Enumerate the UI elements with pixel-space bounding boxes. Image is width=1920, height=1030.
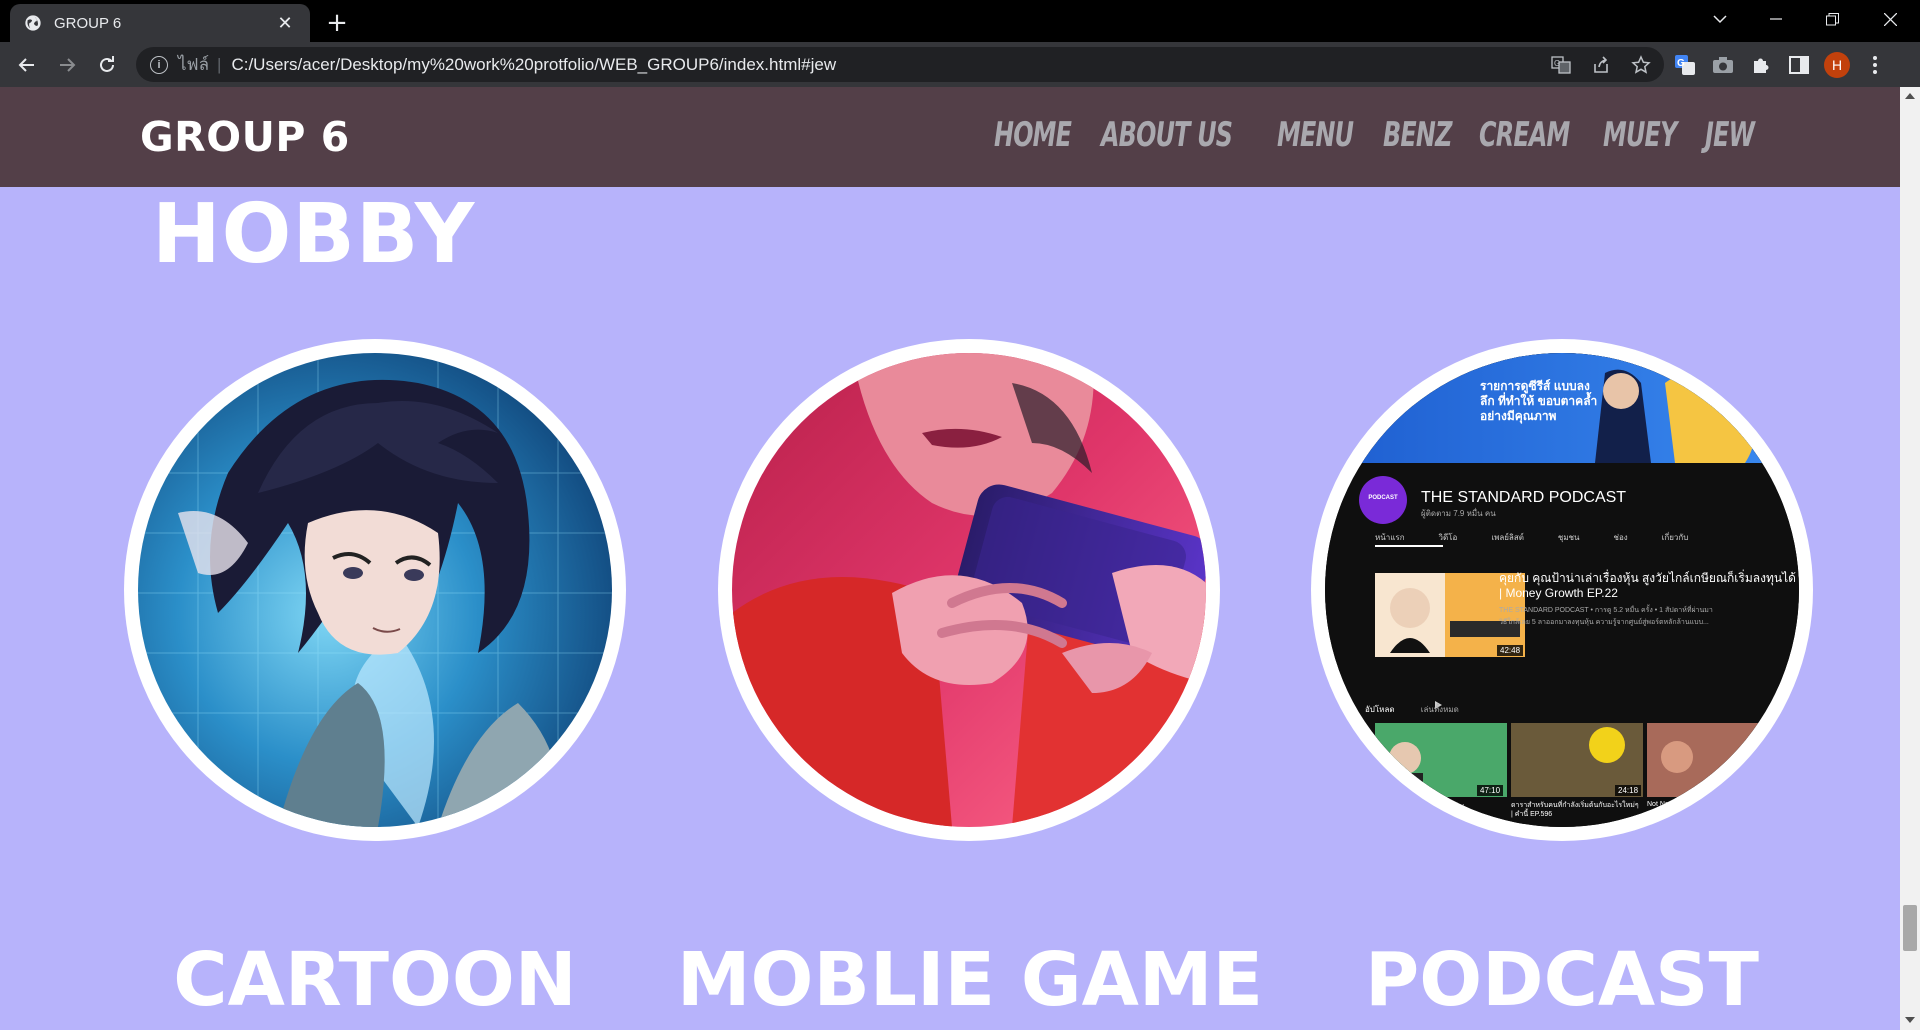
section-title: HOBBY xyxy=(152,187,476,282)
extensions-puzzle-icon[interactable] xyxy=(1748,52,1774,78)
reload-icon[interactable] xyxy=(92,50,122,80)
back-icon[interactable] xyxy=(12,50,42,80)
hobby-image-mobile-game xyxy=(718,339,1220,841)
page-viewport: GROUP 6 HOME ABOUT US MENU BENZ CREAM MU… xyxy=(0,87,1900,1030)
browser-toolbar: i ไฟล์ | C:/Users/acer/Desktop/my%20work… xyxy=(0,42,1920,87)
site-header: GROUP 6 HOME ABOUT US MENU BENZ CREAM MU… xyxy=(0,87,1900,187)
hobby-caption-podcast: PODCAST xyxy=(1365,937,1759,1023)
podcast-tab: เกี่ยวกับ xyxy=(1661,533,1689,542)
scroll-up-icon[interactable] xyxy=(1905,93,1915,99)
podcast-banner-text: รายการดูซีรีส์ แบบลงลึก ที่ทำให้ ขอบตาคล… xyxy=(1480,379,1598,423)
podcast-tab: วิดีโอ xyxy=(1438,533,1458,542)
podcast-video-meta: THE STANDARD PODCAST • การดู 5.2 หมื่น ค… xyxy=(1499,605,1789,629)
podcast-play-all: เล่นทั้งหมด xyxy=(1420,705,1459,714)
url-scheme: ไฟล์ xyxy=(178,55,210,74)
podcast-thumb-title: สำคัญ xyxy=(1445,803,1464,810)
hobby-caption-mobile-game: MOBLIE GAME xyxy=(676,937,1264,1023)
site-info-icon[interactable]: i xyxy=(150,55,168,74)
close-window-icon[interactable] xyxy=(1862,0,1918,38)
podcast-uploads-label: อัปโหลด xyxy=(1365,705,1395,714)
hobby-caption-cartoon: CARTOON xyxy=(173,937,577,1023)
podcast-video-stats: THE STANDARD PODCAST • การดู 5.2 หมื่น ค… xyxy=(1499,607,1713,614)
tab-search-icon[interactable] xyxy=(1692,0,1748,38)
scroll-down-icon[interactable] xyxy=(1905,1017,1915,1023)
hobby-image-cartoon xyxy=(124,339,626,841)
podcast-tab: เพลย์ลิสต์ xyxy=(1491,533,1524,542)
url-separator: | xyxy=(217,54,222,74)
browser-tab-strip: GROUP 6 ✕ + xyxy=(0,0,1920,42)
podcast-thumb-title: ดาราสำหรับคนที่กำลังเริ่มต้นกับอะไรใหม่ๆ… xyxy=(1511,802,1639,818)
camera-extension-icon[interactable] xyxy=(1710,52,1736,78)
forward-icon[interactable] xyxy=(52,50,82,80)
new-tab-icon[interactable]: + xyxy=(322,8,352,38)
tab-close-icon[interactable]: ✕ xyxy=(274,12,296,34)
podcast-logo: PODCAST xyxy=(1368,495,1398,501)
page-scrollbar[interactable] xyxy=(1900,87,1920,1030)
globe-icon xyxy=(25,15,41,31)
nav-home[interactable]: HOME xyxy=(994,115,1072,155)
nav-jew[interactable]: JEW xyxy=(1705,115,1755,155)
podcast-subscribers: ผู้ติดตาม 7.9 หมื่น คน xyxy=(1421,509,1496,518)
svg-text:G: G xyxy=(1677,58,1685,69)
podcast-thumb-duration: 24:18 xyxy=(1615,785,1642,796)
browser-tab[interactable]: GROUP 6 ✕ xyxy=(10,4,310,42)
nav-about-us[interactable]: ABOUT US xyxy=(1101,115,1233,155)
site-nav: HOME ABOUT US MENU BENZ CREAM MUEY JEW xyxy=(994,115,1755,155)
svg-text:G: G xyxy=(1554,59,1560,68)
nav-menu[interactable]: MENU xyxy=(1277,115,1354,155)
profile-avatar[interactable]: H xyxy=(1824,52,1850,78)
hobby-image-podcast: รายการดูซีรีส์ แบบลงลึก ที่ทำให้ ขอบตาคล… xyxy=(1311,339,1813,841)
podcast-tab: ช่อง xyxy=(1613,533,1628,542)
restore-icon[interactable] xyxy=(1804,0,1860,38)
tab-title: GROUP 6 xyxy=(54,14,122,32)
google-translate-extension-icon[interactable]: G xyxy=(1672,52,1698,78)
podcast-tab: หน้าแรก xyxy=(1375,533,1405,542)
podcast-thumb-title: Not Ne xyxy=(1647,801,1669,808)
podcast-video-duration: 42:48 xyxy=(1497,645,1524,656)
more-menu-icon[interactable] xyxy=(1862,52,1888,78)
podcast-tabs: หน้าแรก วิดีโอ เพลย์ลิสต์ ชุมชน ช่อง เกี… xyxy=(1375,531,1688,544)
podcast-channel-name: THE STANDARD PODCAST xyxy=(1421,489,1627,506)
podcast-tab: ชุมชน xyxy=(1557,533,1580,542)
nav-muey[interactable]: MUEY xyxy=(1603,115,1677,155)
side-panel-icon[interactable] xyxy=(1786,52,1812,78)
share-icon[interactable] xyxy=(1588,52,1614,78)
url-text[interactable]: C:/Users/acer/Desktop/my%20work%20protfo… xyxy=(231,55,836,75)
podcast-thumb-duration: 47:10 xyxy=(1477,785,1504,796)
site-brand[interactable]: GROUP 6 xyxy=(140,113,350,161)
address-bar[interactable]: i ไฟล์ | C:/Users/acer/Desktop/my%20work… xyxy=(136,47,1664,82)
translate-icon[interactable]: G xyxy=(1548,52,1574,78)
nav-benz[interactable]: BENZ xyxy=(1383,115,1452,155)
minimize-icon[interactable] xyxy=(1748,0,1804,38)
podcast-video-title: คุยกับ คุณป้าน่าเล่าเรื่องหุ้น สูงวัยไกล… xyxy=(1499,571,1796,600)
nav-cream[interactable]: CREAM xyxy=(1479,115,1570,155)
scrollbar-thumb[interactable] xyxy=(1903,905,1917,951)
podcast-uploads-row: อัปโหลด เล่นทั้งหมด xyxy=(1365,703,1459,716)
podcast-video-desc: วิธีใกล้เลย 5 ลาออกมาลงทุนหุ้น ความรู้จา… xyxy=(1499,619,1709,626)
mobile-gaming-image xyxy=(732,353,1206,827)
anime-character-image xyxy=(138,353,612,827)
bookmark-star-icon[interactable] xyxy=(1628,52,1654,78)
